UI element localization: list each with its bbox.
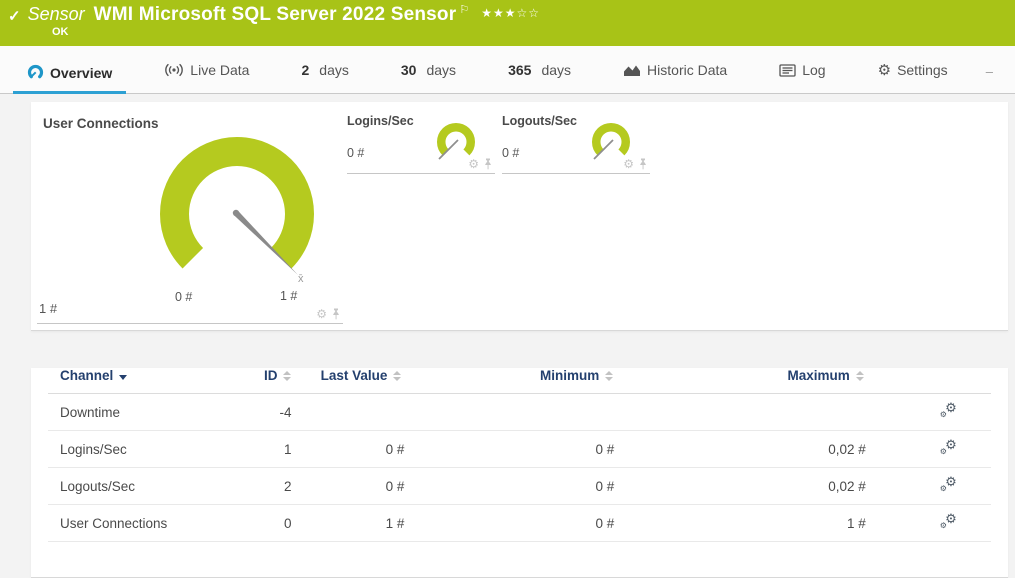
gauge-user-connections: User Connections 0 # 1 # x̄ 1 # ⚙ bbox=[37, 110, 343, 324]
status-badge: OK bbox=[52, 26, 69, 38]
channel-maximum: 0,02 # bbox=[619, 431, 870, 468]
tab-label: Log bbox=[802, 62, 825, 78]
tab-number: 2 bbox=[301, 62, 309, 78]
tab-label: Historic Data bbox=[647, 62, 727, 78]
object-type-label: Sensor bbox=[28, 4, 85, 25]
gear-icon: ⚙ bbox=[878, 63, 891, 78]
gear-icon[interactable]: ⚙ bbox=[623, 158, 634, 170]
column-header-id[interactable]: ID bbox=[247, 368, 298, 394]
column-header-minimum[interactable]: Minimum bbox=[407, 368, 619, 394]
tab-2-days[interactable]: 2 days bbox=[287, 62, 362, 94]
channel-name[interactable]: Downtime bbox=[48, 394, 247, 431]
channel-id: -4 bbox=[247, 394, 298, 431]
stars-empty: ☆☆ bbox=[516, 6, 540, 20]
column-header-last-value[interactable]: Last Value bbox=[297, 368, 407, 394]
tab-bar: Overview Live Data 2 days 30 days 365 da… bbox=[0, 46, 1015, 94]
channel-minimum bbox=[407, 394, 619, 431]
table-row[interactable]: Downtime -4 ⚙⚙ bbox=[48, 394, 991, 431]
gauge-current-value: 1 # bbox=[39, 301, 57, 316]
tab-label: Overview bbox=[50, 65, 112, 81]
channel-name[interactable]: User Connections bbox=[48, 505, 247, 542]
channel-settings-icon[interactable]: ⚙⚙ bbox=[940, 440, 957, 455]
sort-icon bbox=[283, 371, 291, 381]
tab-365-days[interactable]: 365 days bbox=[494, 62, 585, 94]
gauge-current-value: 0 # bbox=[347, 146, 364, 160]
channel-last-value: 0 # bbox=[297, 431, 407, 468]
column-header-maximum[interactable]: Maximum bbox=[619, 368, 870, 394]
gear-icon[interactable]: ⚙ bbox=[468, 158, 479, 170]
table-row[interactable]: User Connections 0 1 # 0 # 1 # ⚙⚙ bbox=[48, 505, 991, 542]
pin-icon[interactable] bbox=[638, 158, 648, 170]
tab-live-data[interactable]: Live Data bbox=[150, 62, 263, 94]
gauges-panel: User Connections 0 # 1 # x̄ 1 # ⚙ Logins… bbox=[31, 102, 1008, 331]
channel-settings-icon[interactable]: ⚙⚙ bbox=[940, 477, 957, 492]
gauge-title: Logouts/Sec bbox=[502, 114, 577, 128]
channel-minimum: 0 # bbox=[407, 505, 619, 542]
pin-icon[interactable] bbox=[331, 308, 341, 320]
sort-icon bbox=[856, 371, 864, 381]
channel-id: 2 bbox=[247, 468, 298, 505]
tab-log[interactable]: Log bbox=[765, 62, 839, 94]
sort-icon bbox=[393, 371, 401, 381]
tab-overflow-divider: – bbox=[986, 64, 993, 93]
tab-overview[interactable]: Overview bbox=[13, 64, 126, 94]
sort-desc-icon bbox=[119, 375, 127, 380]
channel-maximum: 1 # bbox=[619, 505, 870, 542]
channel-id: 1 bbox=[247, 431, 298, 468]
gauge-scale-min: 0 # bbox=[175, 290, 192, 304]
channel-id: 0 bbox=[247, 505, 298, 542]
column-header-actions bbox=[870, 368, 991, 394]
gauge-average-marker: x̄ bbox=[298, 273, 304, 285]
gauge-icon bbox=[27, 64, 44, 81]
tab-label: days bbox=[319, 62, 349, 78]
log-list-icon bbox=[779, 64, 796, 77]
live-signal-icon bbox=[164, 63, 184, 77]
status-ok-check-icon: ✓ bbox=[8, 7, 21, 25]
gauge-logouts-sec: Logouts/Sec 0 # ⚙ bbox=[502, 110, 650, 174]
tab-number: 365 bbox=[508, 62, 531, 78]
channel-last-value bbox=[297, 394, 407, 431]
channels-table: Channel ID Last Value Minimum Maximum Do… bbox=[48, 368, 991, 542]
sort-icon bbox=[605, 371, 613, 381]
column-header-channel[interactable]: Channel bbox=[48, 368, 247, 394]
gauge-dial bbox=[153, 128, 321, 298]
gauge-title: User Connections bbox=[43, 116, 159, 131]
channel-settings-icon[interactable]: ⚙⚙ bbox=[940, 403, 957, 418]
tab-30-days[interactable]: 30 days bbox=[387, 62, 470, 94]
stars-filled: ★★★ bbox=[481, 6, 516, 20]
sensor-header: ✓ Sensor WMI Microsoft SQL Server 2022 S… bbox=[0, 0, 1015, 46]
tab-label: days bbox=[426, 62, 456, 78]
channel-minimum: 0 # bbox=[407, 431, 619, 468]
gear-icon[interactable]: ⚙ bbox=[316, 308, 327, 320]
gauge-title: Logins/Sec bbox=[347, 114, 414, 128]
channel-name[interactable]: Logouts/Sec bbox=[48, 468, 247, 505]
tab-historic-data[interactable]: Historic Data bbox=[609, 62, 741, 94]
tab-number: 30 bbox=[401, 62, 417, 78]
pin-icon[interactable] bbox=[483, 158, 493, 170]
area-chart-icon bbox=[623, 63, 641, 77]
tab-label: days bbox=[541, 62, 571, 78]
channel-last-value: 0 # bbox=[297, 468, 407, 505]
channel-settings-icon[interactable]: ⚙⚙ bbox=[940, 514, 957, 529]
gauge-scale-max: 1 # bbox=[280, 289, 297, 303]
channel-maximum: 0,02 # bbox=[619, 468, 870, 505]
tab-label: Settings bbox=[897, 62, 948, 78]
table-row[interactable]: Logouts/Sec 2 0 # 0 # 0,02 # ⚙⚙ bbox=[48, 468, 991, 505]
gauge-current-value: 0 # bbox=[502, 146, 519, 160]
channel-name[interactable]: Logins/Sec bbox=[48, 431, 247, 468]
table-row[interactable]: Logins/Sec 1 0 # 0 # 0,02 # ⚙⚙ bbox=[48, 431, 991, 468]
channel-maximum bbox=[619, 394, 870, 431]
table-header-row: Channel ID Last Value Minimum Maximum bbox=[48, 368, 991, 394]
tab-settings[interactable]: ⚙ Settings bbox=[864, 62, 962, 94]
channel-minimum: 0 # bbox=[407, 468, 619, 505]
tab-label: Live Data bbox=[190, 62, 249, 78]
flag-icon[interactable]: ⚐ bbox=[459, 3, 469, 16]
priority-stars[interactable]: ★★★☆☆ bbox=[481, 6, 540, 20]
sensor-title: WMI Microsoft SQL Server 2022 Sensor bbox=[94, 4, 457, 26]
channel-last-value: 1 # bbox=[297, 505, 407, 542]
gauge-logins-sec: Logins/Sec 0 # ⚙ bbox=[347, 110, 495, 174]
